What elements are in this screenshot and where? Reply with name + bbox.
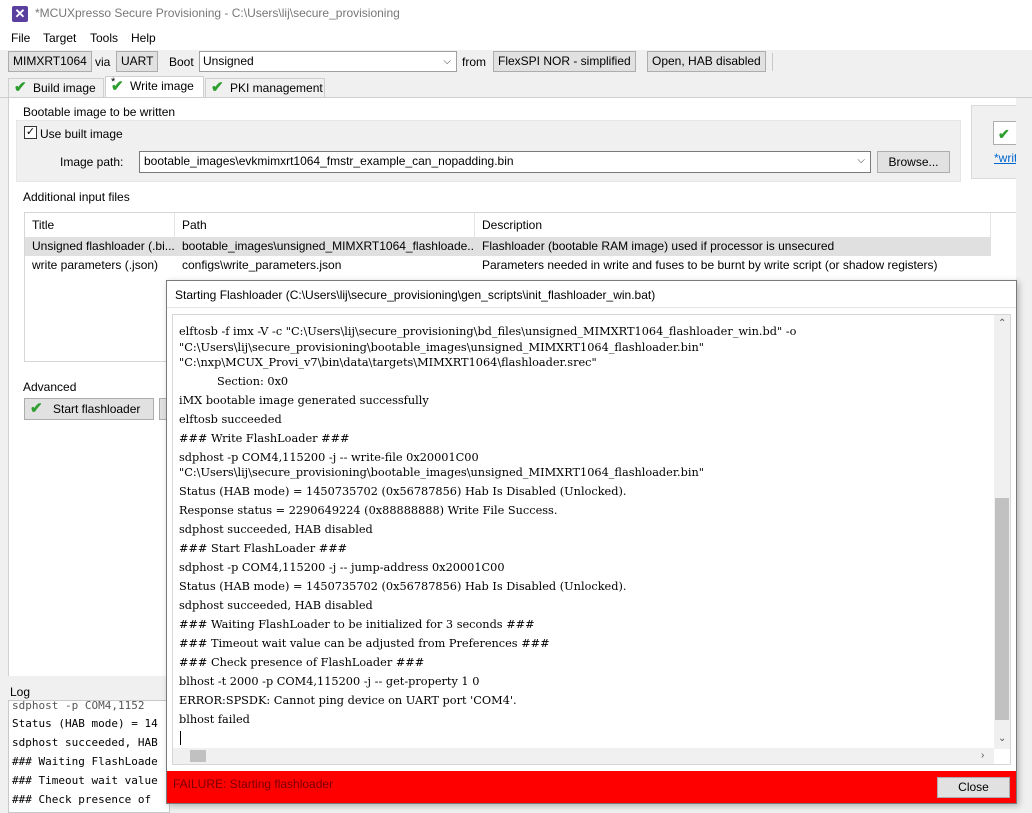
console-line: sdphost -p COM4,115200 -j -- jump-addres… (179, 561, 505, 574)
log-title: Log (10, 685, 31, 699)
console-line: Section: 0x0 (217, 375, 289, 388)
console-line: iMX bootable image generated successfull… (179, 394, 429, 407)
bootable-group-title: Bootable image to be written (23, 105, 176, 119)
console-line: Response status = 2290649224 (0x88888888… (179, 504, 558, 517)
window-title: *MCUXpresso Secure Provisioning - C:\Use… (35, 6, 400, 20)
console-line: "C:\nxp\MCUX_Provi_v7\bin\data\targets\M… (179, 356, 597, 369)
console-horizontal-scrollbar[interactable] (173, 748, 994, 764)
console-line: Status (HAB mode) = 1450735702 (0x567878… (179, 580, 627, 593)
console-line: sdphost succeeded, HAB disabled (179, 523, 373, 536)
console-line: ### Write FlashLoader ### (179, 432, 350, 445)
console-line: ### Start FlashLoader ### (179, 542, 348, 555)
scroll-up-icon[interactable]: ⌃ (998, 318, 1006, 329)
advanced-title: Advanced (23, 380, 77, 394)
console-line: "C:\Users\lij\secure_provisioning\bootab… (179, 466, 704, 479)
table-cell: bootable_images\unsigned_MIMXRT1064_flas… (182, 239, 475, 253)
from-label: from (462, 55, 486, 69)
tab-bar: ✔ Build image ✔ * Write image ✔ PKI mana… (0, 76, 1032, 98)
scroll-down-icon[interactable]: ⌄ (998, 733, 1006, 744)
device-selector[interactable]: MIMXRT1064 (8, 51, 92, 72)
main-scrollbar[interactable] (1016, 98, 1032, 698)
tab-label: Write image (130, 79, 194, 93)
console-line: ### Timeout wait value can be adjusted f… (179, 637, 550, 650)
via-label: via (95, 55, 111, 69)
dialog-separator (167, 307, 1016, 308)
check-icon: ✔ (211, 79, 224, 96)
log-line: ### Timeout wait value (12, 774, 158, 787)
table-cell: Unsigned flashloader (.bi... (32, 239, 175, 253)
image-path-label: Image path: (60, 155, 124, 169)
dialog-title: Starting Flashloader (C:\Users\lij\secur… (175, 288, 656, 302)
check-icon: ✔ (30, 400, 43, 417)
column-header-description[interactable]: Description (475, 213, 991, 237)
chevron-down-icon[interactable]: ⌵ (857, 155, 865, 166)
log-line: ### Waiting FlashLoade (12, 755, 158, 768)
table-cell: Parameters needed in write and fuses to … (482, 258, 938, 272)
boot-type-value: Unsigned (203, 54, 254, 68)
tab-pki-management[interactable]: ✔ PKI management (205, 78, 325, 98)
console-line: "C:\Users\lij\secure_provisioning\bootab… (179, 341, 704, 354)
tab-write-image[interactable]: ✔ * Write image (105, 76, 204, 98)
use-built-image-label: Use built image (40, 127, 123, 141)
browse-button[interactable]: Browse... (877, 151, 950, 173)
tab-label: Build image (33, 81, 96, 95)
toolbar-separator (772, 53, 773, 71)
boot-type-select[interactable]: Unsigned ⌵ (199, 51, 457, 72)
menu-tools[interactable]: Tools (90, 31, 118, 45)
console-line: ERROR:SPSDK: Cannot ping device on UART … (179, 694, 517, 707)
modified-marker: * (111, 76, 116, 88)
chevron-down-icon: ⌵ (443, 56, 451, 67)
column-header-title[interactable]: Title (25, 213, 175, 237)
additional-files-title: Additional input files (23, 190, 130, 204)
check-icon: ✔ (14, 79, 27, 96)
menu-file[interactable]: File (11, 31, 30, 45)
console-line: Status (HAB mode) = 1450735702 (0x567878… (179, 485, 627, 498)
horizontal-scroll-thumb[interactable] (190, 750, 206, 762)
app-x-icon: ✕ (12, 6, 28, 22)
tab-label: PKI management (230, 81, 323, 95)
start-flashloader-button[interactable]: ✔ Start flashloader (24, 398, 154, 420)
menu-target[interactable]: Target (43, 31, 76, 45)
start-flashloader-label: Start flashloader (53, 402, 141, 416)
tab-build-image[interactable]: ✔ Build image (8, 78, 104, 98)
check-icon: ✔ (998, 126, 1010, 142)
table-cell: write parameters (.json) (32, 258, 159, 272)
lifecycle-button[interactable]: Open, HAB disabled (647, 51, 766, 72)
console-line: elftosb succeeded (179, 413, 282, 426)
vertical-scroll-thumb[interactable] (995, 498, 1009, 720)
boot-label: Boot (169, 55, 194, 69)
close-button[interactable]: Close (937, 777, 1010, 798)
image-path-input[interactable]: bootable_images\evkmimxrt1064_fmstr_exam… (139, 151, 871, 173)
console-line: elftosb -f imx -V -c "C:\Users\lij\secur… (179, 325, 797, 338)
console-line: sdphost -p COM4,115200 -j -- write-file … (179, 451, 479, 464)
log-line: ### Check presence of (12, 793, 152, 806)
menu-help[interactable]: Help (131, 31, 156, 45)
text-caret (180, 731, 181, 745)
log-line: sdphost -p COM4,1152 (12, 699, 145, 712)
toolbar: MIMXRT1064 via UART Boot Unsigned ⌵ from… (0, 50, 1032, 76)
log-line: Status (HAB mode) = 14 (12, 717, 158, 730)
console-line: blhost -t 2000 -p COM4,115200 -j -- get-… (179, 675, 480, 688)
menu-bar: File Target Tools Help (0, 28, 1032, 50)
column-header-path[interactable]: Path (175, 213, 475, 237)
table-cell: Flashloader (bootable RAM image) used if… (482, 239, 835, 253)
console-line: blhost failed (179, 713, 250, 726)
log-line: sdphost succeeded, HAB (12, 736, 158, 749)
connection-button[interactable]: UART (116, 51, 159, 72)
console-line: ### Waiting FlashLoader to be initialize… (179, 618, 535, 631)
table-cell: configs\write_parameters.json (182, 258, 342, 272)
console-line: ### Check presence of FlashLoader ### (179, 656, 425, 669)
use-built-image-checkbox[interactable]: ✓ (24, 126, 37, 139)
boot-memory-button[interactable]: FlexSPI NOR - simplified (493, 51, 636, 72)
image-path-value: bootable_images\evkmimxrt1064_fmstr_exam… (144, 154, 514, 168)
console-line: sdphost succeeded, HAB disabled (179, 599, 373, 612)
scroll-right-icon[interactable]: › (981, 750, 984, 761)
failure-status-text: FAILURE: Starting flashloader (173, 777, 334, 791)
